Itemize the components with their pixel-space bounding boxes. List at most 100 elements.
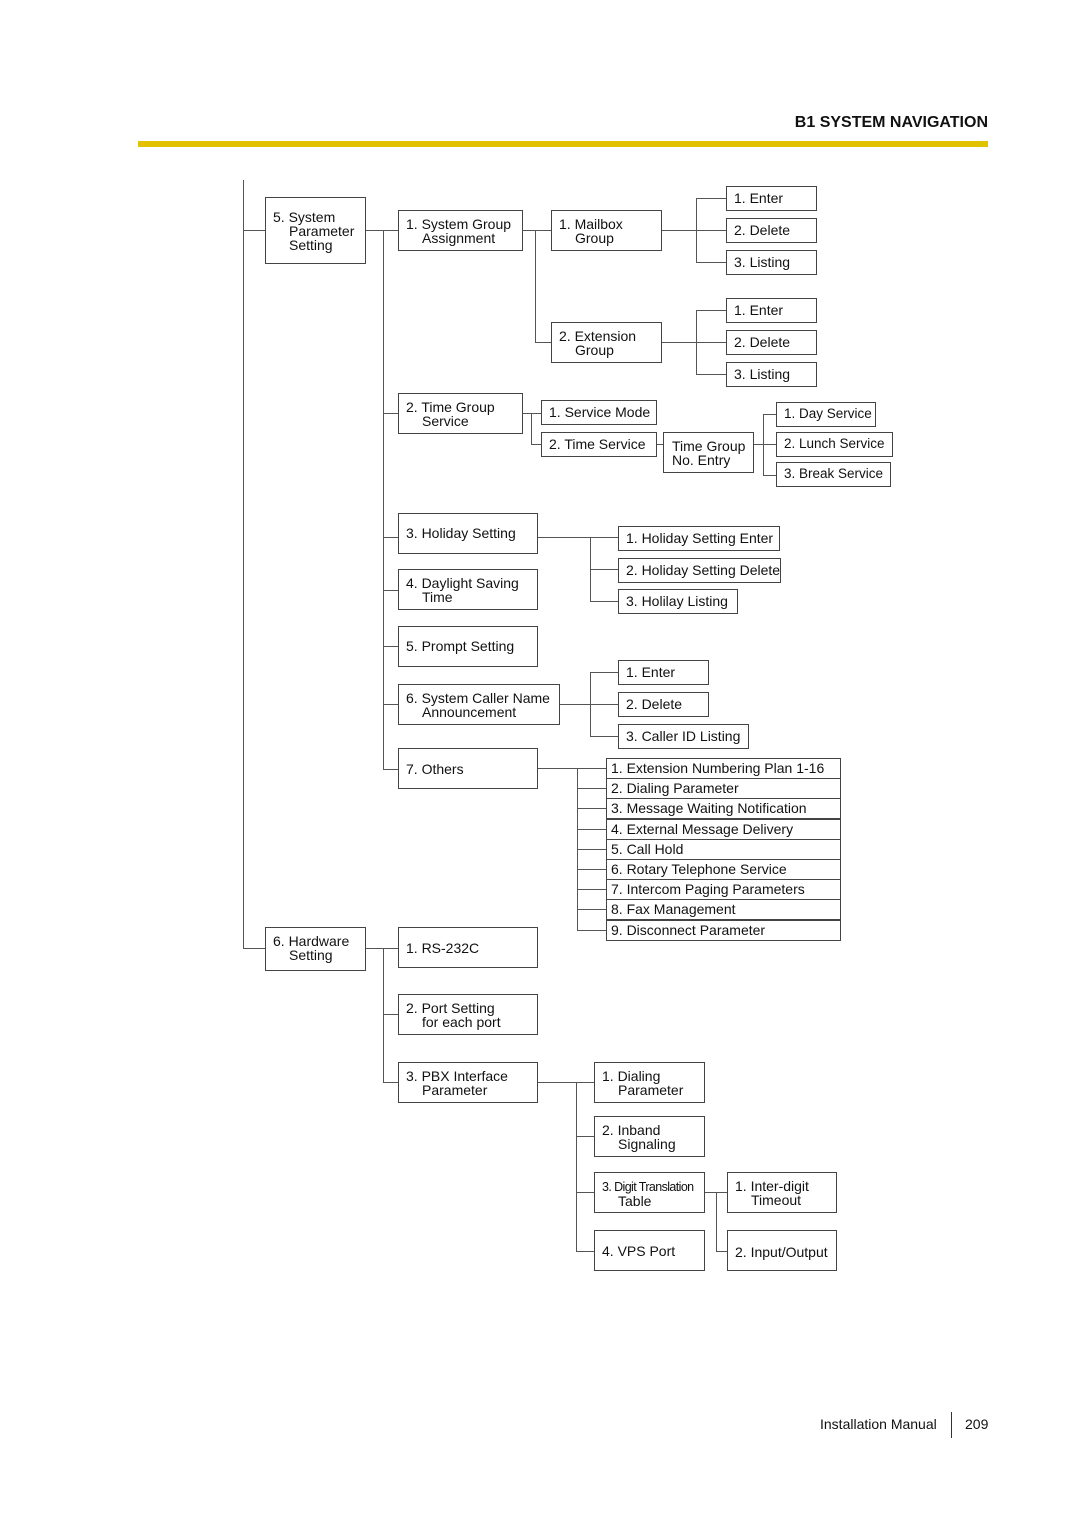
menu-item-others[interactable]: 5. Call Hold xyxy=(606,838,841,860)
node-port-setting[interactable]: 2. Port Setting for each port xyxy=(398,994,538,1035)
connector xyxy=(696,374,726,375)
menu-item-others[interactable]: 6. Rotary Telephone Service xyxy=(606,859,841,880)
connector xyxy=(577,889,606,891)
node-extension-group[interactable]: 2. Extension Group xyxy=(551,322,662,363)
menu-item-break-service[interactable]: 3. Break Service xyxy=(776,462,891,487)
connector xyxy=(754,444,776,445)
menu-item-caller-delete[interactable]: 2. Delete xyxy=(618,692,709,717)
connector xyxy=(696,198,697,262)
connector xyxy=(366,230,383,231)
node-digit-translation-table[interactable]: 3. Digit Translation Table xyxy=(594,1172,705,1213)
connector xyxy=(577,828,606,830)
label: Parameter xyxy=(618,1082,684,1098)
connector xyxy=(366,948,398,949)
connector xyxy=(590,736,618,737)
menu-item-extension-enter[interactable]: 1. Enter xyxy=(726,298,817,323)
node-mailbox-group[interactable]: 1. Mailbox Group xyxy=(551,210,662,251)
connector xyxy=(590,672,591,736)
connector xyxy=(383,646,398,647)
connector xyxy=(662,230,726,231)
label: Signaling xyxy=(618,1136,676,1152)
menu-item-others[interactable]: 2. Dialing Parameter xyxy=(606,778,841,800)
connector xyxy=(560,704,618,705)
menu-item-others[interactable]: 7. Intercom Paging Parameters xyxy=(606,879,841,901)
label: Timeout xyxy=(751,1192,802,1208)
connector xyxy=(576,1251,594,1252)
menu-item-time-service[interactable]: 2. Time Service xyxy=(541,432,657,457)
connector xyxy=(576,1136,594,1137)
connector xyxy=(577,929,606,931)
label: Setting xyxy=(289,947,333,963)
node-holiday-setting[interactable]: 3. Holiday Setting xyxy=(398,513,538,554)
manual-title: Installation Manual xyxy=(820,1416,937,1432)
node-inter-digit-timeout[interactable]: 1. Inter-digit Timeout xyxy=(727,1172,837,1213)
page-footer: Installation Manual 209 xyxy=(820,1412,988,1438)
node-others[interactable]: 7. Others xyxy=(398,748,538,789)
label: 3. Digit Translation xyxy=(602,1180,694,1194)
label: Table xyxy=(618,1193,652,1209)
connector xyxy=(696,310,697,374)
menu-item-others[interactable]: 1. Extension Numbering Plan 1-16 xyxy=(606,758,841,779)
connector xyxy=(383,230,398,231)
label: Announcement xyxy=(422,704,517,720)
connector xyxy=(577,788,606,790)
connector xyxy=(383,948,384,1082)
connector xyxy=(538,1082,594,1083)
node-vps-port[interactable]: 4. VPS Port xyxy=(594,1230,705,1271)
node-time-group-no-entry[interactable]: Time Group No. Entry xyxy=(663,432,754,473)
menu-item-day-service[interactable]: 1. Day Service xyxy=(776,402,876,427)
connector xyxy=(577,869,606,870)
connector xyxy=(590,601,618,602)
connector xyxy=(383,1014,398,1015)
connector xyxy=(535,342,551,343)
connector xyxy=(243,948,265,949)
menu-item-extension-delete[interactable]: 2. Delete xyxy=(726,330,817,355)
node-input-output[interactable]: 2. Input/Output xyxy=(727,1230,837,1271)
menu-item-service-mode[interactable]: 1. Service Mode xyxy=(541,400,657,425)
node-hardware-setting[interactable]: 6. Hardware Setting xyxy=(265,927,366,971)
menu-item-others[interactable]: 9. Disconnect Parameter xyxy=(606,919,841,941)
connector xyxy=(577,768,606,769)
label: No. Entry xyxy=(672,452,731,468)
node-inband-signaling[interactable]: 2. Inband Signaling xyxy=(594,1116,705,1157)
menu-item-caller-enter[interactable]: 1. Enter xyxy=(618,660,709,685)
node-daylight-saving-time[interactable]: 4. Daylight Saving Time xyxy=(398,569,538,610)
menu-item-lunch-service[interactable]: 2. Lunch Service xyxy=(776,432,893,457)
footer-divider xyxy=(951,1412,952,1438)
node-system-parameter-setting[interactable]: 5. System Parameter Setting xyxy=(265,197,366,264)
label: Time xyxy=(422,589,453,605)
menu-item-mailbox-listing[interactable]: 3. Listing xyxy=(726,250,817,275)
menu-item-mailbox-enter[interactable]: 1. Enter xyxy=(726,186,817,211)
node-pbx-interface[interactable]: 3. PBX Interface Parameter xyxy=(398,1062,538,1103)
connector xyxy=(577,808,606,810)
connector xyxy=(576,1082,577,1252)
node-system-caller-name[interactable]: 6. System Caller Name Announcement xyxy=(398,684,560,725)
label: Setting xyxy=(289,237,333,253)
node-system-group-assignment[interactable]: 1. System Group Assignment xyxy=(398,210,523,251)
connector xyxy=(523,413,541,414)
node-rs232c[interactable]: 1. RS-232C xyxy=(398,927,538,968)
connector xyxy=(576,1192,594,1193)
connector xyxy=(383,704,398,705)
menu-item-holiday-delete[interactable]: 2. Holiday Setting Delete xyxy=(618,558,781,583)
section-title: B1 SYSTEM NAVIGATION xyxy=(794,114,988,131)
connector xyxy=(763,475,776,476)
connector xyxy=(531,444,541,445)
menu-item-others[interactable]: 3. Message Waiting Notification xyxy=(606,798,841,820)
menu-item-caller-id-listing[interactable]: 3. Caller ID Listing xyxy=(618,724,749,749)
connector xyxy=(590,672,618,673)
menu-item-mailbox-delete[interactable]: 2. Delete xyxy=(726,218,817,243)
menu-item-extension-listing[interactable]: 3. Listing xyxy=(726,362,817,387)
connector xyxy=(577,909,606,911)
node-time-group-service[interactable]: 2. Time Group Service xyxy=(398,393,523,434)
connector xyxy=(696,198,726,199)
menu-item-holiday-listing[interactable]: 3. Holilay Listing xyxy=(618,589,738,614)
label: Service xyxy=(422,413,469,429)
menu-item-others[interactable]: 4. External Message Delivery xyxy=(606,818,841,840)
node-dialing-parameter[interactable]: 1. Dialing Parameter xyxy=(594,1062,705,1103)
node-prompt-setting[interactable]: 5. Prompt Setting xyxy=(398,626,538,667)
connector xyxy=(383,230,384,769)
connector xyxy=(531,413,532,444)
menu-item-others[interactable]: 8. Fax Management xyxy=(606,899,841,921)
menu-item-holiday-enter[interactable]: 1. Holiday Setting Enter xyxy=(618,526,780,551)
